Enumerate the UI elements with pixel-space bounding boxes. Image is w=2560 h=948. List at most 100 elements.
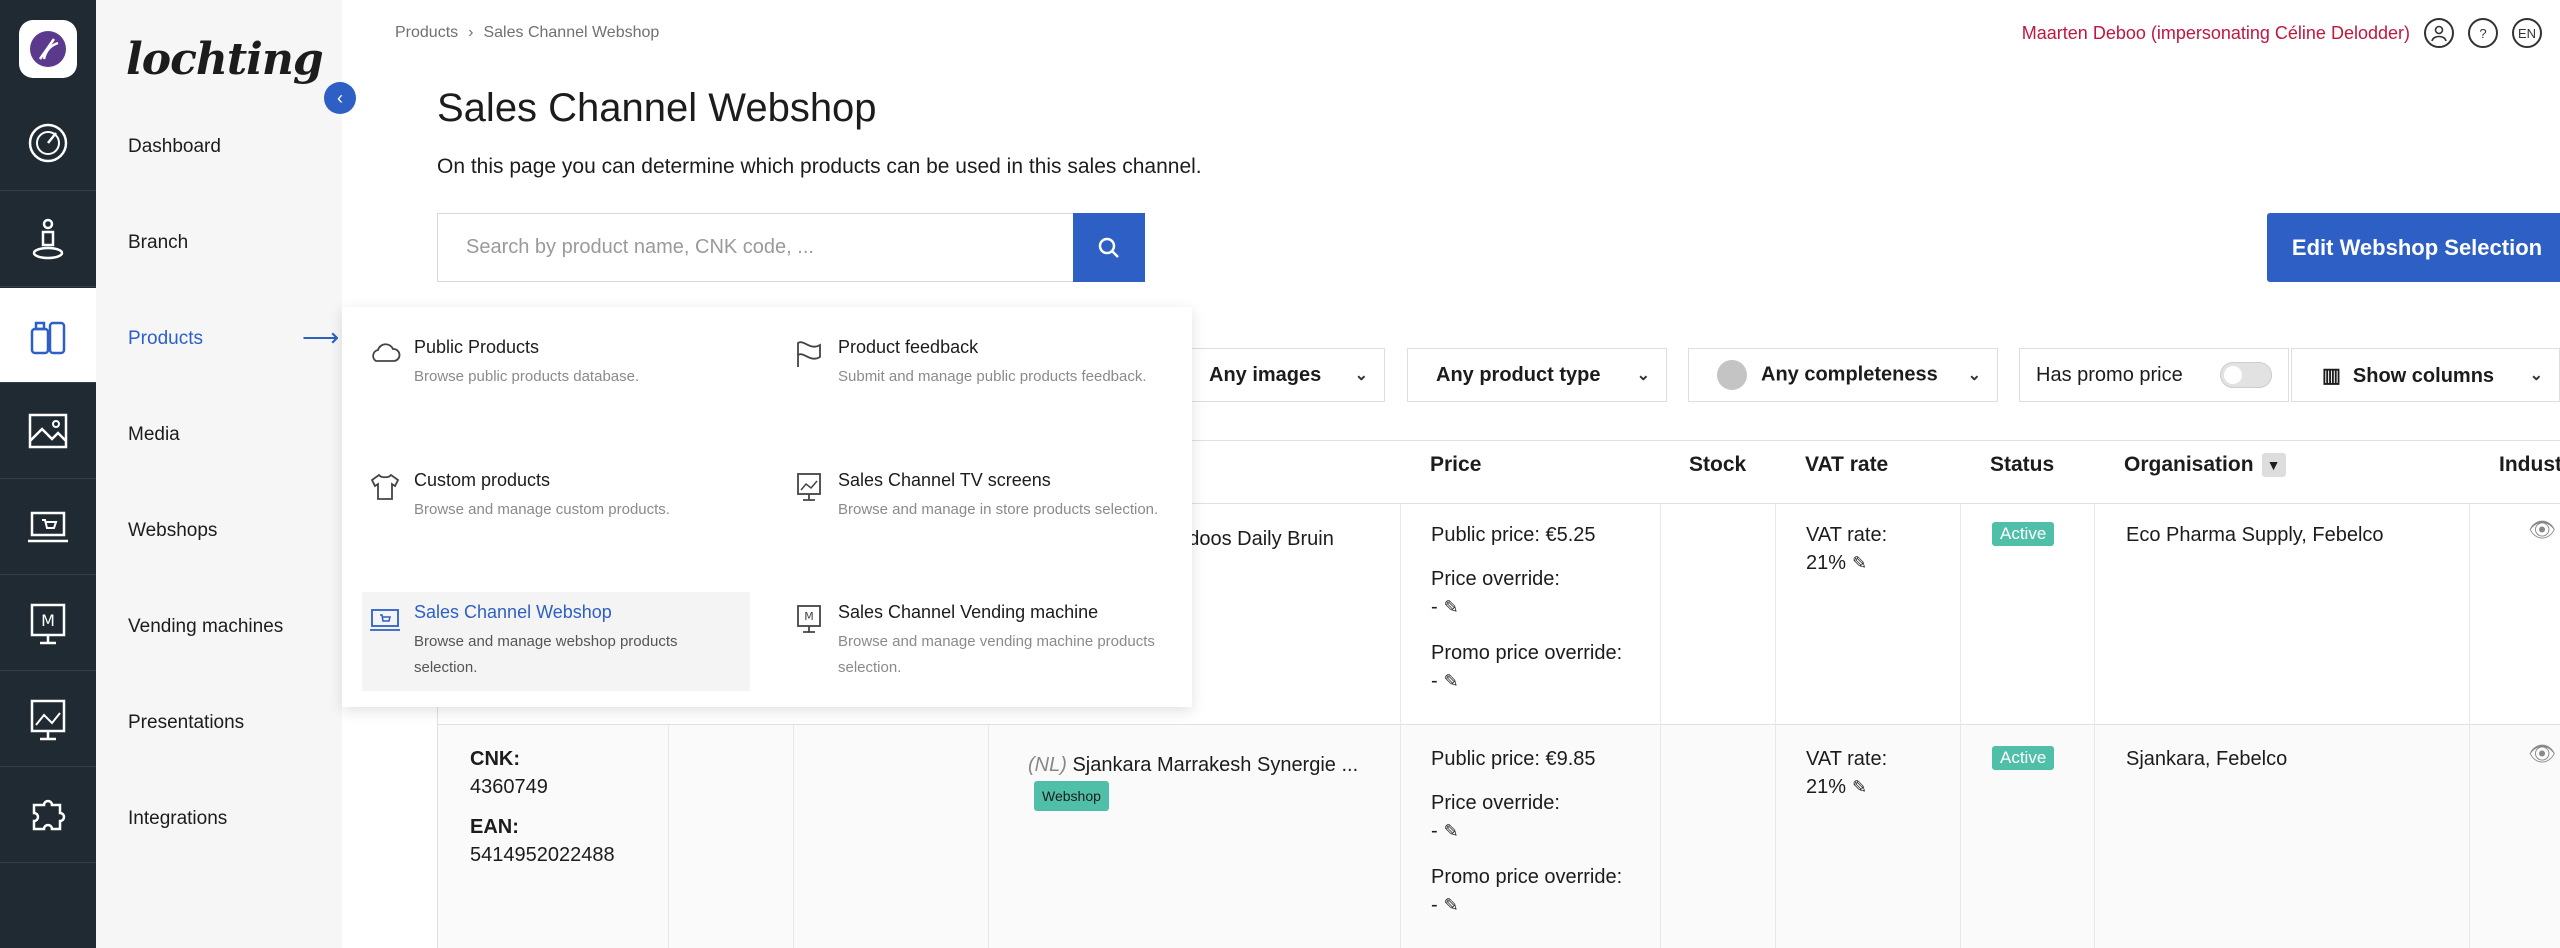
promo-price-filter[interactable]: Has promo price (2019, 348, 2289, 402)
pencil-icon[interactable]: ✎ (1444, 671, 1459, 691)
app-logo-icon[interactable] (19, 20, 77, 78)
menu-item-desc: Browse and manage in store products sele… (838, 501, 1159, 518)
chevron-down-icon: ⌄ (1967, 367, 1981, 384)
flag-icon (797, 341, 821, 367)
menu-item-desc: Browse and manage custom products. (414, 501, 670, 518)
product-name-row[interactable]: (NL) Sjankara Marrakesh Synergie ... (1028, 751, 1358, 779)
vat-label: VAT rate: (1806, 524, 1888, 546)
eye-icon[interactable]: 👁 (2528, 517, 2556, 543)
vat-value[interactable]: 21% ✎ (1806, 549, 1867, 577)
pencil-icon[interactable]: ✎ (1852, 553, 1867, 573)
price-override[interactable]: - ✎ (1431, 817, 1459, 845)
menu-item-title: Custom products (414, 470, 551, 490)
completeness-dot-icon (1717, 360, 1747, 390)
edit-webshop-selection-button[interactable]: Edit Webshop Selection (2267, 213, 2560, 282)
column-header-price[interactable]: Price (1430, 453, 1481, 477)
promo-price-toggle[interactable] (2220, 362, 2272, 388)
price-override[interactable]: - ✎ (1431, 593, 1459, 621)
language-tag: (NL) (1028, 754, 1067, 776)
completeness-filter[interactable]: Any completeness ⌄ (1688, 348, 1998, 402)
menu-item-title: Sales Channel TV screens (838, 470, 1051, 490)
sidebar-item-dashboard[interactable]: Dashboard (128, 136, 221, 158)
column-header-status[interactable]: Status (1990, 453, 2054, 477)
status-badge: Active (1992, 522, 2055, 546)
menu-item-webshop[interactable]: Sales Channel Webshop Browse and manage w… (362, 592, 750, 691)
column-header-stock[interactable]: Stock (1689, 453, 1746, 477)
menu-item-public-products[interactable]: Public Products Browse public products da… (368, 337, 768, 390)
collapse-sidebar-button[interactable]: ‹ (324, 82, 356, 114)
dashboard-icon[interactable] (0, 96, 96, 191)
promo-override[interactable]: - ✎ (1431, 667, 1459, 695)
promo-override-value: - (1431, 894, 1438, 916)
user-icon[interactable] (2424, 18, 2454, 48)
svg-text:M: M (804, 610, 814, 623)
language-button[interactable]: EN (2512, 18, 2542, 48)
price-override-value: - (1431, 596, 1438, 618)
webshop-icon (370, 609, 400, 631)
search-button[interactable] (1073, 213, 1145, 282)
impersonation-label[interactable]: Maarten Deboo (impersonating Céline Delo… (2022, 23, 2410, 44)
sidebar-item-products[interactable]: Products (128, 328, 203, 350)
search-icon (1098, 237, 1119, 258)
products-icon[interactable] (0, 288, 96, 383)
show-columns-label: Show columns (2352, 364, 2495, 387)
cnk-value: 4360749 (470, 776, 548, 798)
menu-item-title: Product feedback (838, 337, 979, 357)
breadcrumb-products[interactable]: Products (395, 24, 458, 42)
webshops-icon[interactable] (0, 480, 96, 575)
promo-override[interactable]: - ✎ (1431, 891, 1459, 919)
pencil-icon[interactable]: ✎ (1444, 821, 1459, 841)
help-icon[interactable]: ? (2468, 18, 2498, 48)
vending-machine-icon: M (797, 605, 821, 633)
search-input[interactable] (437, 213, 1073, 282)
branch-icon[interactable] (0, 192, 96, 287)
presentations-icon[interactable] (0, 672, 96, 767)
sidebar-item-presentations[interactable]: Presentations (128, 712, 244, 734)
media-icon[interactable] (0, 384, 96, 479)
pencil-icon[interactable]: ✎ (1444, 895, 1459, 915)
filter-icon[interactable]: ▼ (2261, 453, 2286, 478)
product-type-filter[interactable]: Any product type ⌄ (1407, 348, 1667, 402)
sidebar-item-media[interactable]: Media (128, 424, 180, 446)
promo-override-value: - (1431, 670, 1438, 692)
sidebar-item-branch[interactable]: Branch (128, 232, 188, 254)
price-override-value: - (1431, 820, 1438, 842)
icon-rail: M (0, 0, 96, 948)
integrations-icon[interactable] (0, 768, 96, 863)
organisation: Eco Pharma Supply, Febelco (2126, 524, 2384, 546)
menu-item-tv-screens[interactable]: Sales Channel TV screens Browse and manag… (792, 470, 1192, 523)
column-divider (1960, 503, 1961, 948)
images-filter-label: Any images (1209, 363, 1322, 386)
sidebar-item-vending-machines[interactable]: Vending machines (128, 616, 283, 638)
menu-item-title: Sales Channel Webshop (414, 602, 612, 622)
pencil-icon[interactable]: ✎ (1444, 597, 1459, 617)
promo-override-label: Promo price override: (1431, 866, 1623, 888)
vending-machines-icon[interactable]: M (0, 576, 96, 671)
tv-screen-icon (797, 473, 821, 501)
show-columns-button[interactable]: ▥ Show columns ⌄ (2291, 348, 2560, 402)
row-divider (438, 724, 2560, 725)
column-header-vat[interactable]: VAT rate (1805, 453, 1888, 477)
sidebar-item-integrations[interactable]: Integrations (128, 808, 227, 830)
images-filter[interactable]: Any images ⌄ (1180, 348, 1385, 402)
price-override-label: Price override: (1431, 568, 1560, 590)
sidebar-item-webshops[interactable]: Webshops (128, 520, 217, 542)
product-name: Sjankara Marrakesh Synergie ... (1072, 754, 1359, 776)
shirt-icon (370, 473, 400, 500)
page-title: Sales Channel Webshop (437, 86, 877, 130)
menu-item-custom-products[interactable]: Custom products Browse and manage custom … (368, 470, 768, 523)
webshop-badge: Webshop (1034, 781, 1109, 811)
menu-item-vending-machine[interactable]: M Sales Channel Vending machine Browse an… (792, 602, 1192, 681)
vat-value[interactable]: 21% ✎ (1806, 773, 1867, 801)
arrow-right-icon: ⟶ (302, 322, 340, 352)
eye-icon[interactable]: 👁 (2528, 741, 2556, 767)
topbar-user: Maarten Deboo (impersonating Céline Delo… (2022, 18, 2542, 48)
sidebar-nav: lochting Dashboard Branch Products Media… (96, 0, 342, 948)
column-header-organisation[interactable]: Organisation ▼ (2124, 453, 2286, 478)
menu-item-desc: Browse and manage webshop products selec… (414, 633, 678, 676)
pencil-icon[interactable]: ✎ (1852, 777, 1867, 797)
menu-item-product-feedback[interactable]: Product feedback Submit and manage public… (792, 337, 1192, 390)
brand-logo: lochting (126, 34, 324, 85)
column-header-industry[interactable]: Indust (2499, 453, 2560, 477)
chevron-down-icon: ⌄ (1636, 367, 1650, 384)
